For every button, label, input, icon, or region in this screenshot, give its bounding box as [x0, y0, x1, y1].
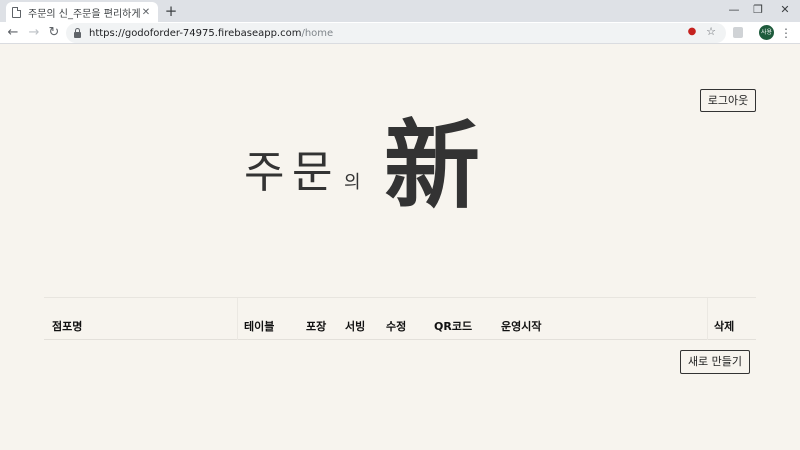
url-base: https://godoforder-74975.firebaseapp.com [89, 27, 302, 39]
forward-icon[interactable]: → [25, 24, 43, 42]
logout-button[interactable]: 로그아웃 [700, 89, 756, 112]
store-table: 점포명 테이블 포장 서빙 수정 QR코드 운영시작 삭제 [44, 297, 756, 340]
column-header-edit: 수정 [386, 320, 407, 333]
back-icon[interactable]: ← [4, 24, 22, 42]
logo: 주 문 의 新 [244, 88, 514, 222]
extension-icon[interactable] [733, 27, 743, 38]
logo-char-mun: 문 [292, 147, 333, 198]
url-text: https://godoforder-74975.firebaseapp.com… [89, 28, 333, 39]
profile-avatar[interactable]: 사용 [759, 25, 774, 40]
tab-title: 주문의 신_주문을 편리하게 [28, 8, 140, 20]
column-header-takeout: 포장 [306, 320, 327, 333]
browser-toolbar: ← → ↻ https://godoforder-74975.firebasea… [0, 22, 800, 44]
tab-close-icon[interactable]: ✕ [140, 7, 152, 18]
column-header-qr-code: QR코드 [434, 320, 473, 333]
column-header-start-operation: 운영시작 [501, 320, 542, 333]
logo-hanja: 新 [384, 109, 480, 222]
tab-bar: 주문의 신_주문을 편리하게 ✕ + — ❐ ✕ [0, 0, 800, 22]
page-icon [12, 6, 21, 18]
column-divider [237, 298, 238, 340]
reload-icon[interactable]: ↻ [45, 24, 63, 42]
lock-icon [74, 27, 81, 38]
restore-icon[interactable]: ❐ [743, 0, 773, 22]
browser-tab[interactable]: 주문의 신_주문을 편리하게 ✕ [6, 2, 158, 22]
new-tab-button[interactable]: + [163, 2, 179, 20]
menu-icon[interactable]: ⋮ [780, 24, 792, 42]
column-header-serving: 서빙 [345, 320, 366, 333]
column-header-store-name: 점포명 [52, 320, 83, 333]
column-header-delete: 삭제 [714, 320, 735, 333]
column-header-table: 테이블 [244, 320, 275, 333]
column-divider [707, 298, 708, 340]
logo-particle: 의 [344, 172, 361, 193]
notification-blocked-icon[interactable]: ● [684, 24, 700, 40]
star-icon[interactable]: ☆ [703, 24, 719, 40]
logo-char-ju: 주 [244, 147, 285, 198]
url-path: /home [301, 27, 334, 39]
address-bar[interactable]: https://godoforder-74975.firebaseapp.com… [66, 23, 726, 43]
window-close-icon[interactable]: ✕ [770, 0, 800, 22]
create-new-button[interactable]: 새로 만들기 [680, 350, 750, 374]
